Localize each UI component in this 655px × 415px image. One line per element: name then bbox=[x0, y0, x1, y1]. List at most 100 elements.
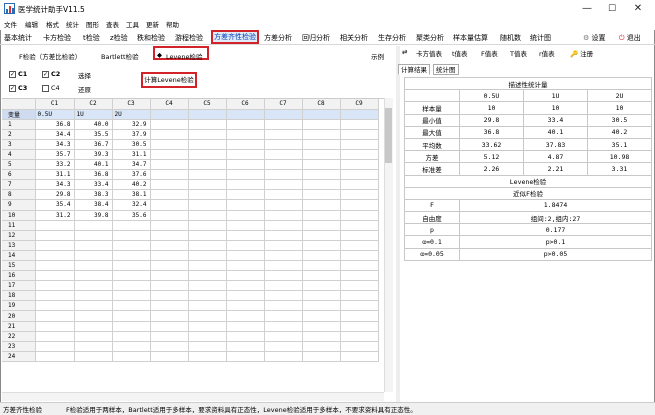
data-cell[interactable] bbox=[340, 139, 379, 150]
data-cell[interactable] bbox=[188, 139, 227, 150]
data-cell[interactable] bbox=[188, 169, 227, 181]
data-cell[interactable] bbox=[150, 250, 189, 262]
checkbox-c4[interactable]: C4 bbox=[42, 84, 60, 92]
data-cell[interactable] bbox=[226, 331, 265, 342]
data-cell[interactable] bbox=[150, 179, 189, 191]
data-cell[interactable] bbox=[112, 310, 151, 322]
data-cell[interactable]: 39.3 bbox=[74, 149, 113, 161]
data-cell[interactable] bbox=[302, 351, 341, 362]
data-cell[interactable] bbox=[302, 240, 341, 251]
data-cell[interactable] bbox=[302, 300, 341, 312]
data-cell[interactable]: 34.3 bbox=[35, 139, 75, 150]
tab-anova[interactable]: 方差分析 bbox=[264, 32, 292, 44]
radio-f-test[interactable]: F检验（方差比检验） bbox=[19, 51, 81, 61]
tab-survival[interactable]: 生存分析 bbox=[378, 32, 406, 44]
data-cell[interactable] bbox=[264, 179, 303, 191]
menu-format[interactable]: 格式 bbox=[46, 19, 59, 29]
data-cell[interactable] bbox=[302, 280, 341, 292]
data-cell[interactable]: 29.8 bbox=[35, 189, 75, 201]
data-cell[interactable] bbox=[150, 199, 189, 211]
data-cell[interactable] bbox=[226, 220, 265, 231]
data-cell[interactable] bbox=[226, 250, 265, 262]
data-cell[interactable] bbox=[302, 341, 341, 352]
data-cell[interactable] bbox=[264, 270, 303, 282]
data-cell[interactable] bbox=[74, 310, 113, 322]
data-cell[interactable] bbox=[74, 220, 113, 231]
data-cell[interactable] bbox=[188, 189, 227, 201]
data-cell[interactable] bbox=[74, 300, 113, 312]
data-cell[interactable]: 34.4 bbox=[35, 129, 75, 140]
row-header[interactable]: 21 bbox=[2, 321, 36, 332]
data-cell[interactable] bbox=[150, 129, 189, 140]
menu-tools[interactable]: 工具 bbox=[126, 19, 139, 29]
data-cell[interactable] bbox=[74, 280, 113, 292]
data-cell[interactable] bbox=[188, 210, 227, 221]
data-cell[interactable] bbox=[264, 351, 303, 362]
row-header[interactable]: 16 bbox=[2, 270, 36, 282]
data-cell[interactable] bbox=[188, 230, 227, 241]
t-table-button[interactable]: t值表 bbox=[452, 48, 468, 58]
data-cell[interactable]: 31.2 bbox=[35, 210, 75, 221]
T-table-button[interactable]: T值表 bbox=[510, 48, 527, 58]
data-cell[interactable] bbox=[340, 210, 379, 221]
data-cell[interactable] bbox=[226, 179, 265, 191]
close-button[interactable]: ✕ bbox=[626, 1, 650, 17]
data-cell[interactable] bbox=[150, 321, 189, 332]
data-cell[interactable] bbox=[74, 331, 113, 342]
data-cell[interactable] bbox=[150, 351, 189, 362]
maximize-button[interactable]: ☐ bbox=[600, 1, 624, 17]
data-cell[interactable] bbox=[74, 270, 113, 282]
data-cell[interactable] bbox=[340, 270, 379, 282]
data-cell[interactable] bbox=[264, 331, 303, 342]
row-header[interactable]: 9 bbox=[2, 199, 36, 211]
example-link[interactable]: 示例 bbox=[371, 51, 384, 61]
data-cell[interactable]: 30.5 bbox=[112, 139, 151, 150]
menu-help[interactable]: 帮助 bbox=[166, 19, 179, 29]
data-cell[interactable] bbox=[150, 189, 189, 201]
data-cell[interactable] bbox=[226, 210, 265, 221]
data-cell[interactable] bbox=[226, 169, 265, 181]
data-cell[interactable] bbox=[74, 351, 113, 362]
data-cell[interactable] bbox=[264, 220, 303, 231]
data-cell[interactable] bbox=[264, 230, 303, 241]
data-cell[interactable] bbox=[226, 280, 265, 292]
data-cell[interactable] bbox=[150, 280, 189, 292]
data-cell[interactable] bbox=[264, 119, 303, 130]
data-cell[interactable] bbox=[264, 139, 303, 150]
data-cell[interactable] bbox=[35, 260, 75, 272]
data-cell[interactable] bbox=[150, 220, 189, 231]
data-cell[interactable] bbox=[264, 240, 303, 251]
data-cell[interactable] bbox=[226, 240, 265, 251]
data-cell[interactable] bbox=[112, 260, 151, 272]
row-header[interactable]: 20 bbox=[2, 310, 36, 322]
data-cell[interactable] bbox=[74, 290, 113, 302]
tab-homogeneity-variance[interactable]: 方差齐性检验 bbox=[211, 30, 259, 44]
swap-icon[interactable]: ⇄ bbox=[402, 48, 407, 56]
data-cell[interactable] bbox=[112, 250, 151, 262]
data-cell[interactable] bbox=[188, 199, 227, 211]
data-cell[interactable] bbox=[35, 290, 75, 302]
data-cell[interactable] bbox=[302, 169, 341, 181]
data-cell[interactable] bbox=[264, 210, 303, 221]
column-header[interactable]: C3 bbox=[112, 99, 151, 110]
column-header[interactable]: C4 bbox=[150, 99, 189, 110]
row-header[interactable]: 5 bbox=[2, 159, 36, 171]
data-cell[interactable] bbox=[188, 179, 227, 191]
data-cell[interactable] bbox=[150, 169, 189, 181]
data-cell[interactable] bbox=[340, 310, 379, 322]
data-cell[interactable] bbox=[150, 159, 189, 171]
tab-z-test[interactable]: z检验 bbox=[110, 32, 128, 44]
row-header[interactable]: 22 bbox=[2, 331, 36, 342]
data-cell[interactable] bbox=[302, 290, 341, 302]
data-cell[interactable] bbox=[35, 270, 75, 282]
data-cell[interactable] bbox=[340, 240, 379, 251]
data-cell[interactable] bbox=[35, 240, 75, 251]
column-header[interactable]: C8 bbox=[302, 99, 341, 110]
data-cell[interactable] bbox=[226, 129, 265, 140]
data-cell[interactable] bbox=[112, 290, 151, 302]
menu-file[interactable]: 文件 bbox=[4, 19, 17, 29]
tab-cluster[interactable]: 聚类分析 bbox=[416, 32, 444, 44]
data-cell[interactable]: 39.8 bbox=[74, 210, 113, 221]
data-cell[interactable] bbox=[188, 149, 227, 161]
data-cell[interactable] bbox=[150, 300, 189, 312]
